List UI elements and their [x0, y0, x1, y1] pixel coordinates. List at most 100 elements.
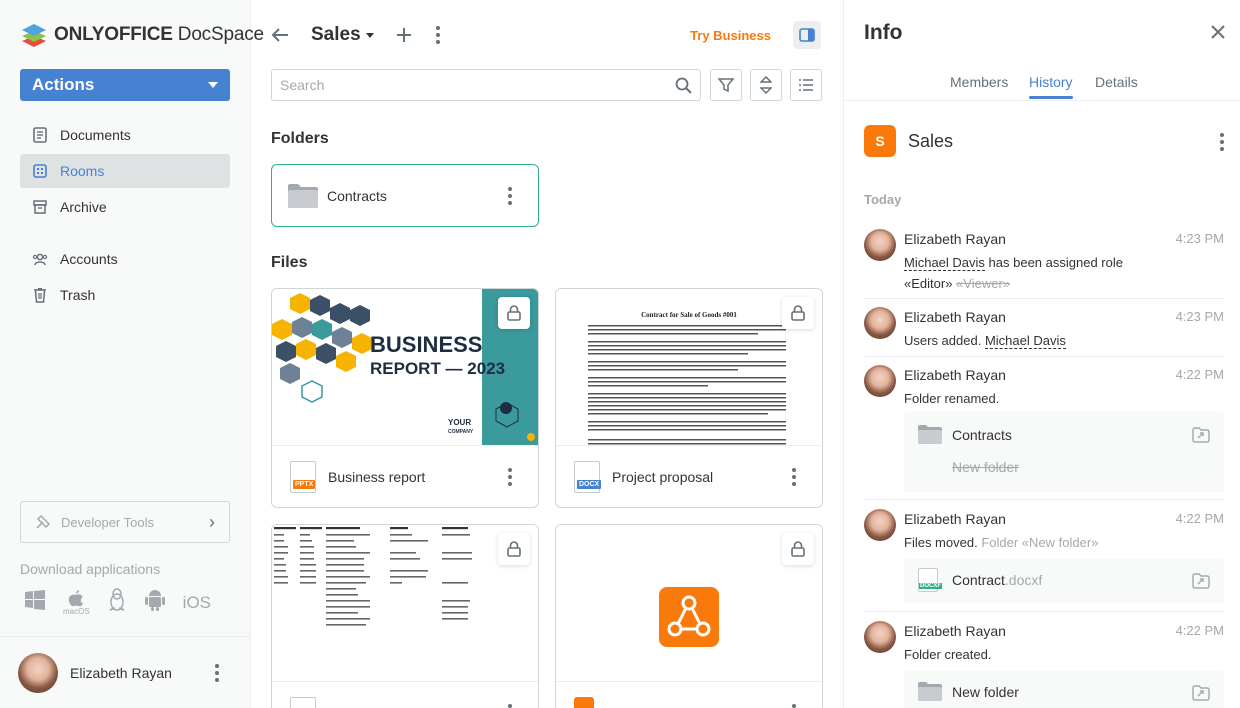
user-profile[interactable]: Elizabeth Rayan	[0, 636, 251, 708]
folder-card[interactable]: Contracts	[271, 164, 539, 227]
room-menu-kebab-icon[interactable]	[435, 26, 440, 44]
file-kebab-icon[interactable]	[792, 703, 796, 708]
search-icon[interactable]	[675, 77, 692, 97]
sort-button[interactable]	[750, 69, 782, 101]
windows-icon[interactable]	[24, 589, 46, 616]
lock-icon[interactable]	[498, 297, 530, 329]
thumb-title: BUSINESS	[370, 332, 482, 357]
thumb-company-top: YOUR	[448, 418, 471, 427]
history-time: 4:23 PM	[1175, 231, 1224, 246]
history-avatar	[864, 365, 896, 397]
history-role-old: «Viewer»	[956, 276, 1011, 291]
history-avatar	[864, 307, 896, 339]
history-day-label: Today	[864, 192, 902, 207]
history-avatar	[864, 229, 896, 261]
onlyoffice-logo-icon	[20, 22, 48, 48]
history-folder-box: Contracts New folder	[904, 411, 1224, 492]
filter-button[interactable]	[710, 69, 742, 101]
folders-section-title: Folders	[271, 130, 329, 147]
history-action: has been assigned role	[988, 255, 1123, 270]
lock-icon[interactable]	[498, 533, 530, 565]
developer-tools-button[interactable]: Developer Tools ›	[20, 501, 230, 543]
history-action: Users added.	[904, 333, 982, 348]
room-kebab-icon[interactable]	[1220, 133, 1224, 151]
file-footer: DOCX Project proposal	[556, 445, 822, 507]
history-action: Files moved.	[904, 535, 978, 550]
filter-icon	[718, 77, 734, 93]
macos-icon[interactable]: macOS	[63, 589, 90, 616]
file-card[interactable]	[271, 524, 539, 708]
folder-icon	[288, 183, 318, 208]
search-input[interactable]: Search	[271, 69, 701, 101]
info-panel-toggle-icon[interactable]	[793, 21, 821, 49]
history-text: Files moved. Folder «New folder»	[904, 532, 1204, 553]
user-name: Elizabeth Rayan	[70, 664, 172, 681]
sidebar-item-rooms[interactable]: Rooms	[20, 154, 230, 188]
history-action: Folder created.	[904, 647, 992, 662]
logo-text: ONLYOFFICE DocSpace	[54, 24, 264, 45]
close-icon[interactable]	[1210, 24, 1226, 45]
linux-icon[interactable]	[107, 588, 127, 617]
android-icon[interactable]	[144, 588, 166, 617]
user-menu-kebab-icon[interactable]	[215, 663, 219, 682]
developer-tools-icon	[35, 514, 51, 530]
list-view-icon	[798, 78, 814, 92]
form-file-icon	[574, 696, 594, 708]
plus-icon[interactable]	[396, 27, 412, 43]
logo[interactable]: ONLYOFFICE DocSpace	[20, 22, 264, 48]
folder-kebab-icon[interactable]	[508, 186, 512, 205]
file-card[interactable]: Contract for Sale of Goods #001 DOCX Pro…	[555, 288, 823, 508]
user-avatar	[18, 652, 58, 693]
history-item: Elizabeth Rayan 4:23 PM Users added. Mic…	[864, 307, 1224, 357]
open-location-icon[interactable]	[1192, 427, 1210, 448]
history-folder-new[interactable]: Contracts	[918, 425, 1012, 444]
room-title[interactable]: Sales	[311, 24, 361, 46]
sidebar-item-documents[interactable]: Documents	[20, 118, 230, 152]
back-arrow-icon[interactable]	[271, 27, 289, 43]
sidebar-item-accounts[interactable]: Accounts	[20, 242, 230, 276]
file-card[interactable]: BUSINESS REPORT — 2023 YOUR COMPANY PPTX…	[271, 288, 539, 508]
history-target-user[interactable]: Michael Davis	[984, 333, 1066, 349]
history-target-user[interactable]: Michael Davis	[904, 255, 985, 271]
thumb-company-bottom: COMPANY	[448, 429, 474, 435]
history-text: Users added. Michael Davis	[904, 330, 1204, 351]
tab-history[interactable]: History	[1029, 74, 1073, 99]
file-footer: PPTX Business report	[272, 445, 538, 507]
documents-icon	[32, 127, 48, 143]
sidebar-item-trash[interactable]: Trash	[20, 278, 230, 312]
file-kebab-icon[interactable]	[508, 467, 512, 486]
open-location-icon[interactable]	[1192, 573, 1210, 594]
ios-link[interactable]: iOS	[183, 593, 211, 613]
tab-members[interactable]: Members	[950, 74, 1008, 90]
actions-label: Actions	[32, 75, 95, 94]
open-location-icon[interactable]	[1192, 685, 1210, 706]
room-title-caret-icon[interactable]	[365, 32, 374, 38]
history-user: Elizabeth Rayan	[904, 623, 1006, 639]
file-kebab-icon[interactable]	[792, 467, 796, 486]
history-role-new: «Editor»	[904, 276, 953, 291]
spreadsheet-file-icon	[290, 696, 316, 708]
history-file[interactable]: DOCXF Contract .docxf	[918, 568, 1042, 592]
files-section-title: Files	[271, 254, 308, 271]
file-name: Business report	[328, 468, 426, 485]
lock-icon[interactable]	[782, 533, 814, 565]
view-toggle-button[interactable]	[790, 69, 822, 101]
sidebar-item-archive[interactable]: Archive	[20, 190, 230, 224]
tab-details[interactable]: Details	[1095, 74, 1138, 90]
accounts-icon	[32, 251, 48, 267]
history-folder[interactable]: New folder	[918, 682, 1019, 701]
rooms-icon	[32, 163, 48, 179]
file-kebab-icon[interactable]	[508, 703, 512, 708]
actions-button[interactable]: Actions	[20, 69, 230, 101]
info-title: Info	[864, 21, 903, 44]
try-business-link[interactable]: Try Business	[690, 28, 771, 43]
sidebar-item-label: Accounts	[60, 251, 118, 267]
history-user: Elizabeth Rayan	[904, 511, 1006, 527]
file-card[interactable]	[555, 524, 823, 708]
history-file-box: DOCXF Contract .docxf	[904, 559, 1224, 603]
caret-down-icon	[208, 82, 218, 88]
lock-icon[interactable]	[782, 297, 814, 329]
history-text: Folder renamed.	[904, 388, 1204, 409]
download-apps-list: macOS iOS	[24, 588, 211, 617]
history-destination[interactable]: Folder «New folder»	[981, 535, 1098, 550]
